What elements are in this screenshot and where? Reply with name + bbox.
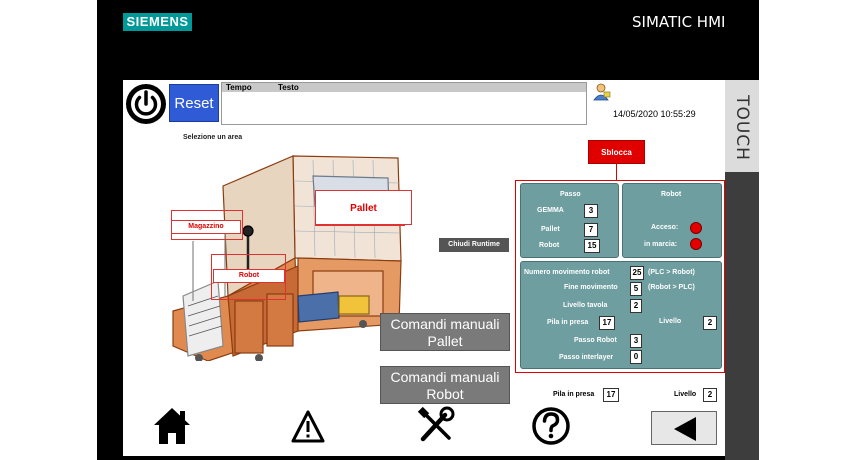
robot-running-indicator [690,238,702,250]
bottom-level-value: 2 [703,388,717,402]
close-runtime-button[interactable]: Chiudi Runtime [439,238,509,252]
robot-status-title: Robot [661,191,682,198]
robot-running-label: in marcia: [644,241,678,248]
unlock-connector [616,164,617,180]
power-button[interactable] [126,84,166,124]
pallet-zone-tag[interactable]: Pallet [315,190,412,225]
power-icon [131,89,161,119]
datetime-display: 14/05/2020 10:55:29 [613,109,696,119]
level-label: Livello [659,318,682,325]
user-icon[interactable] [593,83,611,101]
hmi-screen: Reset Tempo Testo 14/05/2020 10:55:29 Se… [123,80,725,456]
manual-pallet-button[interactable]: Comandi manuali Pallet [380,313,510,351]
manual-robot-button[interactable]: Comandi manuali Robot [380,366,510,404]
touch-label-wrap: TOUCH [727,88,757,168]
robot-step-label: Robot [539,242,560,249]
alarm-header: Tempo Testo [222,83,586,92]
help-icon[interactable] [530,405,572,447]
interlayer-pass-value: 0 [630,350,642,364]
robot-on-label: Acceso: [651,224,679,231]
select-area-label: Selezione un area [183,134,243,141]
pile-grip-label: Pila in presa [547,319,589,326]
manual-robot-line1: Comandi manuali [390,369,500,385]
robot-step-value: 15 [584,239,600,253]
table-level-value: 2 [630,299,642,313]
gemma-value: 3 [584,204,598,218]
pallet-step-value: 7 [584,223,598,237]
home-icon[interactable] [151,405,193,447]
bottom-pile-label: Pila in presa [553,391,595,398]
movement-end-label: Fine movimento [564,284,618,291]
back-arrow-icon [674,417,696,441]
pallet-step-label: Pallet [541,226,560,233]
machine-3d-view[interactable] [163,146,413,361]
tools-icon[interactable] [415,405,457,447]
movement-panel [520,261,722,369]
robot-pass-value: 3 [630,334,642,348]
robot-on-indicator [690,222,702,234]
robot-zone-tag[interactable]: Robot [213,269,285,283]
movement-number-value: 25 [630,266,644,280]
table-level-label: Livello tavola [563,302,608,309]
magazzino-zone-tag[interactable]: Magazzino [171,220,241,234]
back-button[interactable] [651,411,717,445]
manual-robot-line2: Robot [426,386,464,402]
passo-title: Passo [560,191,581,198]
siemens-logo: SIEMENS [123,13,192,31]
bezel-right [725,172,759,460]
reset-button[interactable]: Reset [169,84,219,122]
alarm-col-text[interactable]: Testo [278,83,299,92]
alarm-col-time[interactable]: Tempo [226,83,252,92]
bottom-level-label: Livello [674,391,697,398]
movement-end-value: 5 [630,282,642,296]
touch-label: TOUCH [732,95,752,161]
movement-number-note: (PLC > Robot) [648,269,695,276]
level-value: 2 [703,316,717,330]
manual-pallet-line1: Comandi manuali [390,316,500,332]
bottom-pile-value: 17 [603,388,619,402]
robot-pass-label: Passo Robot [574,337,617,344]
gemma-label: GEMMA [537,207,564,214]
manual-pallet-line2: Pallet [427,333,463,349]
movement-end-note: (Robot > PLC) [648,284,695,291]
warning-icon[interactable] [287,405,329,447]
alarm-view[interactable]: Tempo Testo [221,82,587,125]
product-label: SIMATIC HMI [632,13,726,31]
movement-number-label: Numero movimento robot [524,269,610,276]
unlock-button[interactable]: Sblocca [588,140,645,164]
interlayer-pass-label: Passo interlayer [559,354,614,361]
pile-grip-value: 17 [599,316,615,330]
